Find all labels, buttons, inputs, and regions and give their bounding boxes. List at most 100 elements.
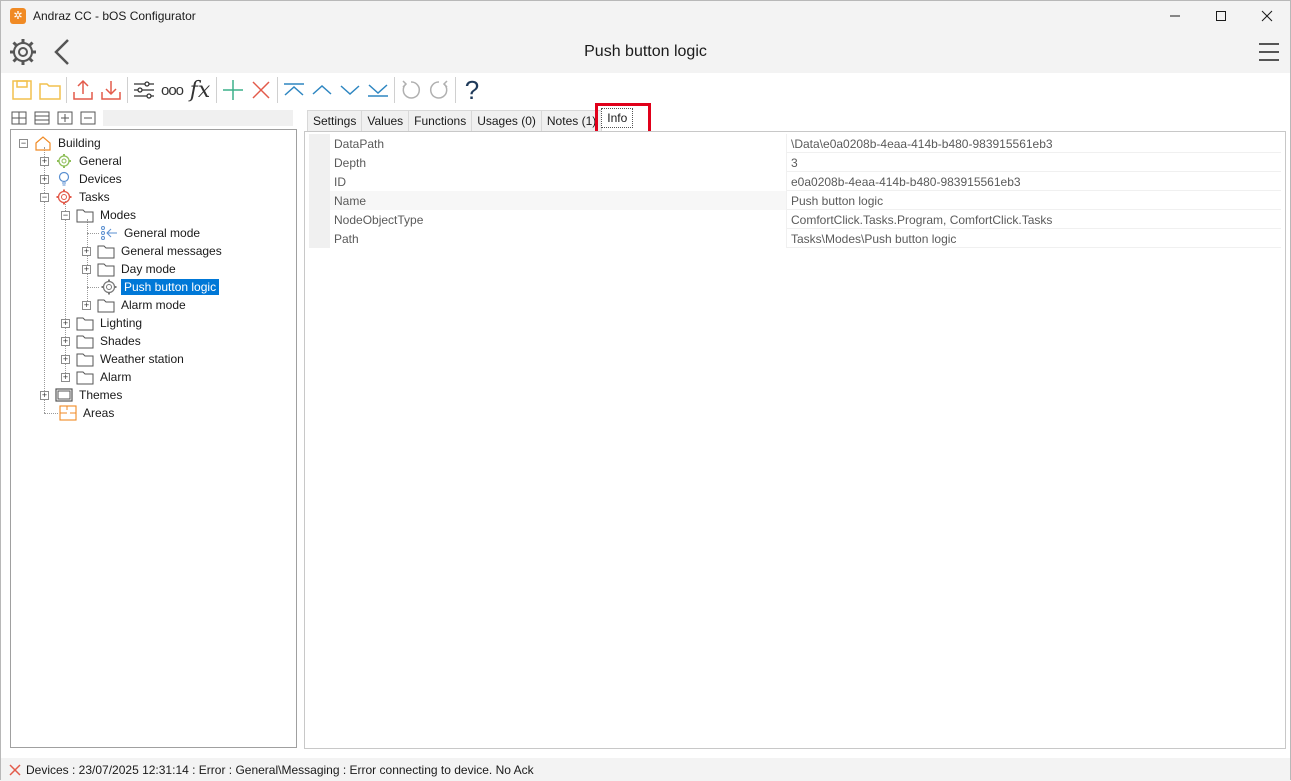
areas-icon <box>59 405 77 421</box>
expand-toggle[interactable]: + <box>61 318 70 328</box>
tree-node-general[interactable]: + General <box>40 152 125 170</box>
maximize-icon[interactable] <box>1198 1 1244 31</box>
folder-icon <box>76 369 94 385</box>
expand-toggle[interactable]: + <box>82 300 91 310</box>
property-row-depth[interactable]: Depth 3 <box>309 153 1281 172</box>
tree-panel: − Building + General + Devices − Tasks −… <box>10 129 297 748</box>
app-window: ✲ Andraz CC - bOS Configurator Push butt… <box>0 0 1291 781</box>
redo-icon[interactable] <box>425 76 453 104</box>
tree-node-shades[interactable]: + Shades <box>61 332 144 350</box>
expand-toggle[interactable]: + <box>82 264 91 274</box>
row-gutter <box>309 191 330 210</box>
tab-functions[interactable]: Functions <box>408 110 473 131</box>
property-row-path[interactable]: Path Tasks\Modes\Push button logic <box>309 229 1281 248</box>
tree-node-general-messages[interactable]: + General messages <box>82 242 225 260</box>
folder-icon <box>97 261 115 277</box>
expand-all-icon[interactable] <box>9 110 29 126</box>
tree-node-areas[interactable]: Areas <box>59 404 117 422</box>
program-gear-icon <box>100 279 118 295</box>
toolbar-separator <box>277 77 278 103</box>
move-bottom-icon[interactable] <box>364 76 392 104</box>
mode-icon <box>100 225 118 241</box>
property-row-id[interactable]: ID e0a0208b-4eaa-414b-b480-983915561eb3 <box>309 172 1281 191</box>
property-name: Depth <box>330 153 786 172</box>
tree-node-alarm-mode[interactable]: + Alarm mode <box>82 296 189 314</box>
property-row-datapath[interactable]: DataPath \Data\e0a0208b-4eaa-414b-b480-9… <box>309 134 1281 153</box>
property-row-nodeobjecttype[interactable]: NodeObjectType ComfortClick.Tasks.Progra… <box>309 210 1281 229</box>
error-x-icon <box>7 762 23 778</box>
add-icon[interactable] <box>219 76 247 104</box>
tree-node-day-mode[interactable]: + Day mode <box>82 260 179 278</box>
delete-icon[interactable] <box>247 76 275 104</box>
tree-node-weather-station[interactable]: + Weather station <box>61 350 187 368</box>
title-bar: ✲ Andraz CC - bOS Configurator <box>1 1 1290 31</box>
move-up-icon[interactable] <box>308 76 336 104</box>
property-value: \Data\e0a0208b-4eaa-414b-b480-983915561e… <box>786 134 1281 153</box>
tree-node-label: Themes <box>79 388 123 402</box>
move-down-icon[interactable] <box>336 76 364 104</box>
expand-toggle[interactable]: + <box>61 372 70 382</box>
expand-toggle[interactable]: + <box>82 246 91 256</box>
property-name: ID <box>330 172 786 191</box>
tree-node-label: Shades <box>100 334 141 348</box>
expand-toggle[interactable]: + <box>40 390 49 400</box>
settings-sliders-icon[interactable] <box>130 76 158 104</box>
gear-icon <box>55 153 73 169</box>
folder-icon <box>97 243 115 259</box>
help-glyph: ? <box>464 74 480 105</box>
tree-node-general-mode[interactable]: General mode <box>87 224 203 242</box>
collapse-toggle[interactable]: − <box>19 138 28 148</box>
folder-icon <box>76 351 94 367</box>
minimize-icon[interactable] <box>1152 1 1198 31</box>
expand-toggle[interactable]: + <box>40 156 49 166</box>
collapse-toggle[interactable]: − <box>40 192 49 202</box>
tab-usages[interactable]: Usages (0) <box>471 110 542 131</box>
property-name: DataPath <box>330 134 786 153</box>
tree-node-themes[interactable]: + Themes <box>40 386 125 404</box>
property-name: Name <box>330 191 786 210</box>
status-bar: Devices : 23/07/2025 12:31:14 : Error : … <box>1 758 1290 781</box>
tree-node-label: Weather station <box>100 352 184 366</box>
folder-icon <box>76 207 94 223</box>
property-row-name[interactable]: Name Push button logic <box>309 191 1281 210</box>
undo-icon[interactable] <box>397 76 425 104</box>
tree-node-lighting[interactable]: + Lighting <box>61 314 145 332</box>
tree-node-alarm[interactable]: + Alarm <box>61 368 134 386</box>
tree-node-label: Building <box>58 136 101 150</box>
open-folder-icon[interactable] <box>36 76 64 104</box>
tab-strip: Settings Values Functions Usages (0) Not… <box>307 108 634 131</box>
close-icon[interactable] <box>1244 1 1290 31</box>
collapse-icon[interactable] <box>78 110 98 126</box>
tab-values[interactable]: Values <box>361 110 410 131</box>
new-icon[interactable] <box>8 76 36 104</box>
expand-toggle[interactable]: + <box>40 174 49 184</box>
tab-notes[interactable]: Notes (1) <box>540 110 603 131</box>
more-icon[interactable]: ooo <box>158 76 186 104</box>
expand-icon[interactable] <box>55 110 75 126</box>
move-top-icon[interactable] <box>280 76 308 104</box>
tab-info[interactable]: Info <box>601 108 634 128</box>
collapse-all-icon[interactable] <box>32 110 52 126</box>
expand-toggle[interactable]: + <box>61 336 70 346</box>
tree-node-label: Areas <box>83 406 115 420</box>
download-icon[interactable] <box>97 76 125 104</box>
expand-toggle[interactable]: + <box>61 354 70 364</box>
toolbar-separator <box>394 77 395 103</box>
info-panel: DataPath \Data\e0a0208b-4eaa-414b-b480-9… <box>304 131 1286 749</box>
tab-settings[interactable]: Settings <box>307 110 363 131</box>
tree-connector <box>87 286 99 288</box>
help-icon[interactable]: ? <box>458 74 486 105</box>
collapse-toggle[interactable]: − <box>61 210 70 220</box>
tree-filter-input[interactable] <box>103 110 293 126</box>
tree-node-push-button-logic[interactable]: Push button logic <box>87 278 220 296</box>
tree-node-label: Modes <box>100 208 137 222</box>
tree-node-building[interactable]: − Building <box>19 134 104 152</box>
function-icon[interactable]: fx <box>186 76 214 104</box>
hamburger-menu-icon[interactable] <box>1258 40 1280 64</box>
upload-icon[interactable] <box>69 76 97 104</box>
tree-node-modes[interactable]: − Modes <box>61 206 139 224</box>
tree-node-tasks[interactable]: − Tasks <box>40 188 113 206</box>
tree-node-devices[interactable]: + Devices <box>40 170 125 188</box>
toolbar-separator <box>127 77 128 103</box>
property-name: Path <box>330 229 786 248</box>
